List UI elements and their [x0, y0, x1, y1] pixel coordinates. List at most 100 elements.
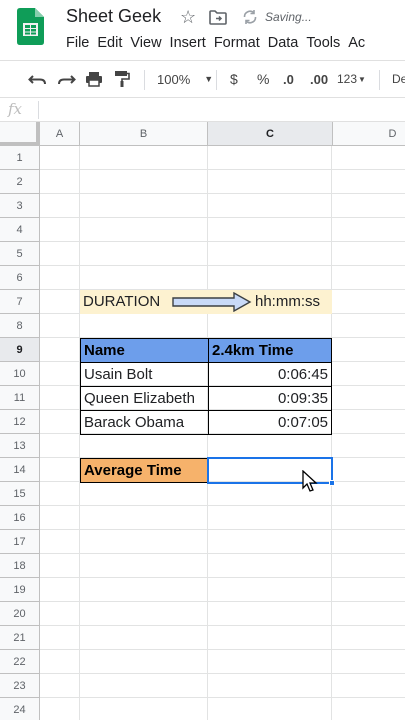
row-header-10[interactable]: 10 — [0, 362, 40, 386]
toolbar-divider — [144, 70, 145, 90]
row-gridline — [40, 217, 405, 218]
document-title[interactable]: Sheet Geek — [66, 6, 161, 27]
cell-b6[interactable]: Queen Elizabeth — [80, 386, 209, 411]
row-gridline — [40, 673, 405, 674]
cell-c4[interactable]: 2.4km Time — [208, 338, 332, 363]
toolbar-divider — [216, 70, 217, 90]
row-header-7[interactable]: 7 — [0, 290, 40, 314]
row-header-24[interactable]: 24 — [0, 698, 40, 720]
print-button[interactable] — [85, 61, 103, 97]
title-bar: Sheet Geek ☆ Saving... File Edit View In… — [0, 0, 405, 60]
cell-b7[interactable]: Barack Obama — [80, 410, 209, 435]
row-gridline — [40, 625, 405, 626]
row-header-17[interactable]: 17 — [0, 530, 40, 554]
decrease-decimals-label: .0 — [283, 71, 294, 87]
percent-label: % — [257, 71, 270, 87]
row-header-15[interactable]: 15 — [0, 482, 40, 506]
cell-b5[interactable]: Usain Bolt — [80, 362, 209, 387]
cell-c7[interactable]: 0:07:05 — [208, 410, 332, 435]
menu-data[interactable]: Data — [264, 34, 303, 54]
row-header-1[interactable]: 1 — [0, 146, 40, 170]
print-icon — [86, 72, 102, 87]
formula-input[interactable] — [44, 101, 399, 119]
undo-button[interactable] — [28, 61, 48, 97]
zoom-value: 100% — [157, 71, 191, 87]
cell-c5[interactable]: 0:06:45 — [208, 362, 332, 387]
column-header-c[interactable]: C — [208, 122, 333, 146]
sync-icon — [243, 10, 257, 24]
fill-handle[interactable] — [329, 480, 335, 486]
row-gridline — [40, 265, 405, 266]
increase-decimals-label: .00 — [310, 71, 329, 87]
fx-icon: fx — [8, 100, 23, 118]
percent-format-button[interactable]: % — [257, 61, 269, 97]
paint-format-button[interactable] — [114, 61, 130, 97]
menu-format[interactable]: Format — [210, 34, 264, 54]
column-header-d[interactable]: D — [333, 122, 405, 146]
paint-format-icon — [115, 71, 130, 87]
save-status: Saving... — [265, 10, 312, 24]
zoom-select[interactable]: 100% ▼ — [157, 61, 213, 97]
toolbar: 100% ▼ $ % .0 .00 123 ▼ De — [0, 60, 405, 98]
cell-c6[interactable]: 0:09:35 — [208, 386, 332, 411]
row-header-23[interactable]: 23 — [0, 674, 40, 698]
menu-file[interactable]: File — [62, 34, 93, 54]
column-header-a[interactable]: A — [40, 122, 80, 146]
row-header-2[interactable]: 2 — [0, 170, 40, 194]
spreadsheet-grid[interactable]: A B C D 1 2 3 4 5 6 7 8 9 10 11 12 13 14 15 16 17 18 19 20 2… — [0, 122, 405, 720]
row-header-4[interactable]: 4 — [0, 218, 40, 242]
font-value: De — [392, 72, 405, 86]
column-header-b[interactable]: B — [80, 122, 208, 146]
row-header-22[interactable]: 22 — [0, 650, 40, 674]
row-gridline — [40, 649, 405, 650]
menu-tools[interactable]: Tools — [302, 34, 344, 54]
more-formats-label: 123 — [337, 72, 358, 86]
row-gridline — [40, 169, 405, 170]
chevron-down-icon: ▼ — [358, 74, 366, 84]
font-select[interactable]: De — [392, 61, 405, 97]
currency-format-button[interactable]: $ — [230, 61, 238, 97]
toolbar-divider — [379, 70, 380, 90]
row-header-13[interactable]: 13 — [0, 434, 40, 458]
menu-addons[interactable]: Ac — [344, 34, 369, 54]
menu-view[interactable]: View — [126, 34, 165, 54]
cell-c2[interactable]: hh:mm:ss — [252, 290, 323, 314]
row-header-21[interactable]: 21 — [0, 626, 40, 650]
row-gridline — [40, 529, 405, 530]
cell-b9[interactable]: Average Time — [80, 458, 209, 483]
star-icon[interactable]: ☆ — [180, 7, 196, 27]
chevron-down-icon: ▼ — [204, 74, 214, 84]
row-header-19[interactable]: 19 — [0, 578, 40, 602]
row-header-11[interactable]: 11 — [0, 386, 40, 410]
row-header-12[interactable]: 12 — [0, 410, 40, 434]
row-header-6[interactable]: 6 — [0, 266, 40, 290]
row-header-18[interactable]: 18 — [0, 554, 40, 578]
row-header-5[interactable]: 5 — [0, 242, 40, 266]
row-header-8[interactable]: 8 — [0, 314, 40, 338]
cell-b4[interactable]: Name — [80, 338, 209, 363]
move-to-folder-icon[interactable] — [209, 9, 227, 25]
undo-icon — [28, 75, 46, 85]
row-gridline — [40, 241, 405, 242]
row-gridline — [40, 577, 405, 578]
select-all-corner[interactable] — [0, 122, 40, 146]
formula-bar: fx — [0, 98, 405, 122]
mouse-cursor-icon — [302, 470, 318, 492]
menu-insert[interactable]: Insert — [166, 34, 210, 54]
row-gridline — [40, 505, 405, 506]
row-header-3[interactable]: 3 — [0, 194, 40, 218]
redo-button[interactable] — [56, 61, 76, 97]
row-header-20[interactable]: 20 — [0, 602, 40, 626]
row-header-9[interactable]: 9 — [0, 338, 40, 362]
row-header-16[interactable]: 16 — [0, 506, 40, 530]
menu-bar: File Edit View Insert Format Data Tools … — [62, 34, 369, 54]
more-formats-button[interactable]: 123 ▼ — [337, 61, 366, 97]
row-gridline — [40, 193, 405, 194]
currency-label: $ — [230, 71, 238, 87]
menu-edit[interactable]: Edit — [93, 34, 126, 54]
sheets-logo-icon[interactable] — [17, 8, 44, 45]
increase-decimals-button[interactable]: .00 — [310, 61, 328, 97]
row-header-14[interactable]: 14 — [0, 458, 40, 482]
formula-divider — [38, 101, 39, 119]
decrease-decimals-button[interactable]: .0 — [283, 61, 294, 97]
